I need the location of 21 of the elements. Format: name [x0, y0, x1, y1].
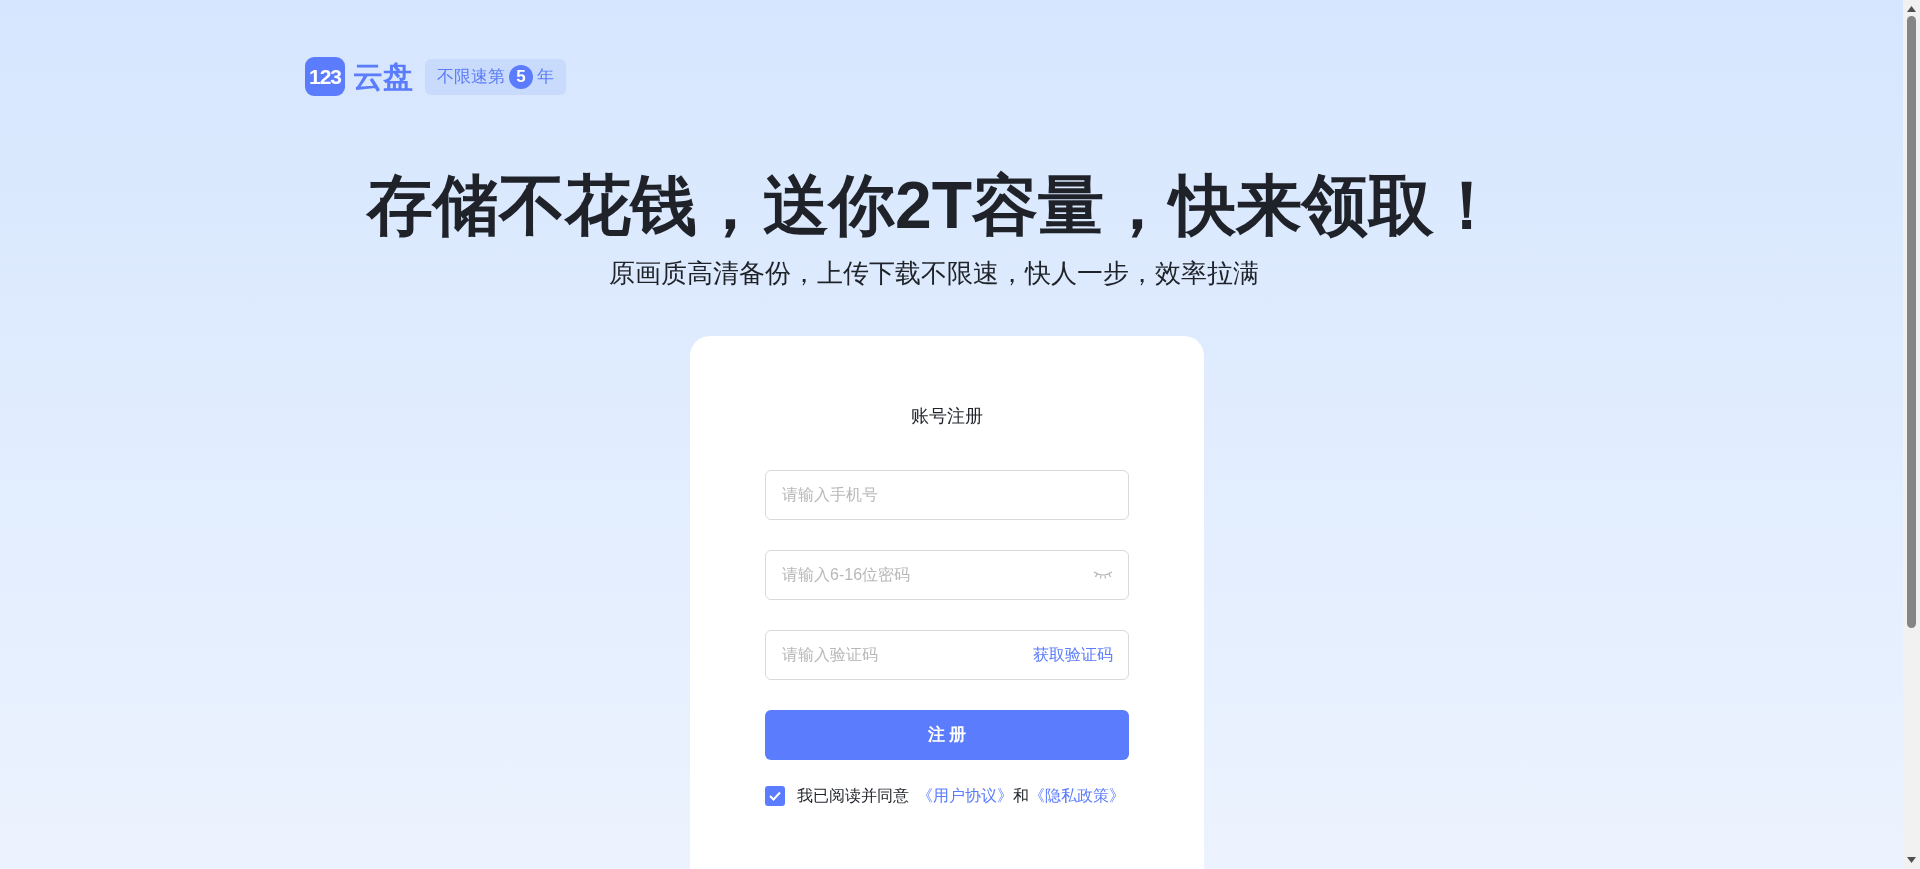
user-agreement-link[interactable]: 《用户协议》 — [917, 784, 1013, 808]
badge-text: 不限速第 — [437, 65, 505, 88]
eye-closed-icon[interactable] — [1093, 570, 1113, 580]
logo-name: 云盘 — [353, 61, 413, 92]
scroll-down-icon[interactable] — [1907, 857, 1916, 863]
badge-text: 年 — [537, 65, 554, 88]
logo-mark: 123 — [305, 57, 345, 96]
form-title: 账号注册 — [911, 405, 983, 428]
headline: 存储不花钱，送你2T容量，快来领取！ — [365, 172, 1501, 238]
password-field[interactable]: 请输入6-16位密码 — [765, 550, 1129, 600]
scroll-up-icon[interactable] — [1907, 6, 1916, 12]
register-button[interactable]: 注 册 — [765, 710, 1129, 760]
check-icon — [769, 791, 781, 801]
agree-checkbox[interactable] — [765, 786, 785, 806]
get-code-link[interactable]: 获取验证码 — [1033, 643, 1113, 667]
phone-field[interactable]: 请输入手机号 — [765, 470, 1129, 520]
subtitle: 原画质高清备份，上传下载不限速，快人一步，效率拉满 — [607, 260, 1260, 286]
badge-number: 5 — [509, 64, 533, 89]
agreement-text: 我已阅读并同意 — [797, 786, 909, 806]
agreement-joiner: 和 — [1013, 786, 1029, 806]
privacy-policy-link[interactable]: 《隐私政策》 — [1029, 784, 1125, 808]
